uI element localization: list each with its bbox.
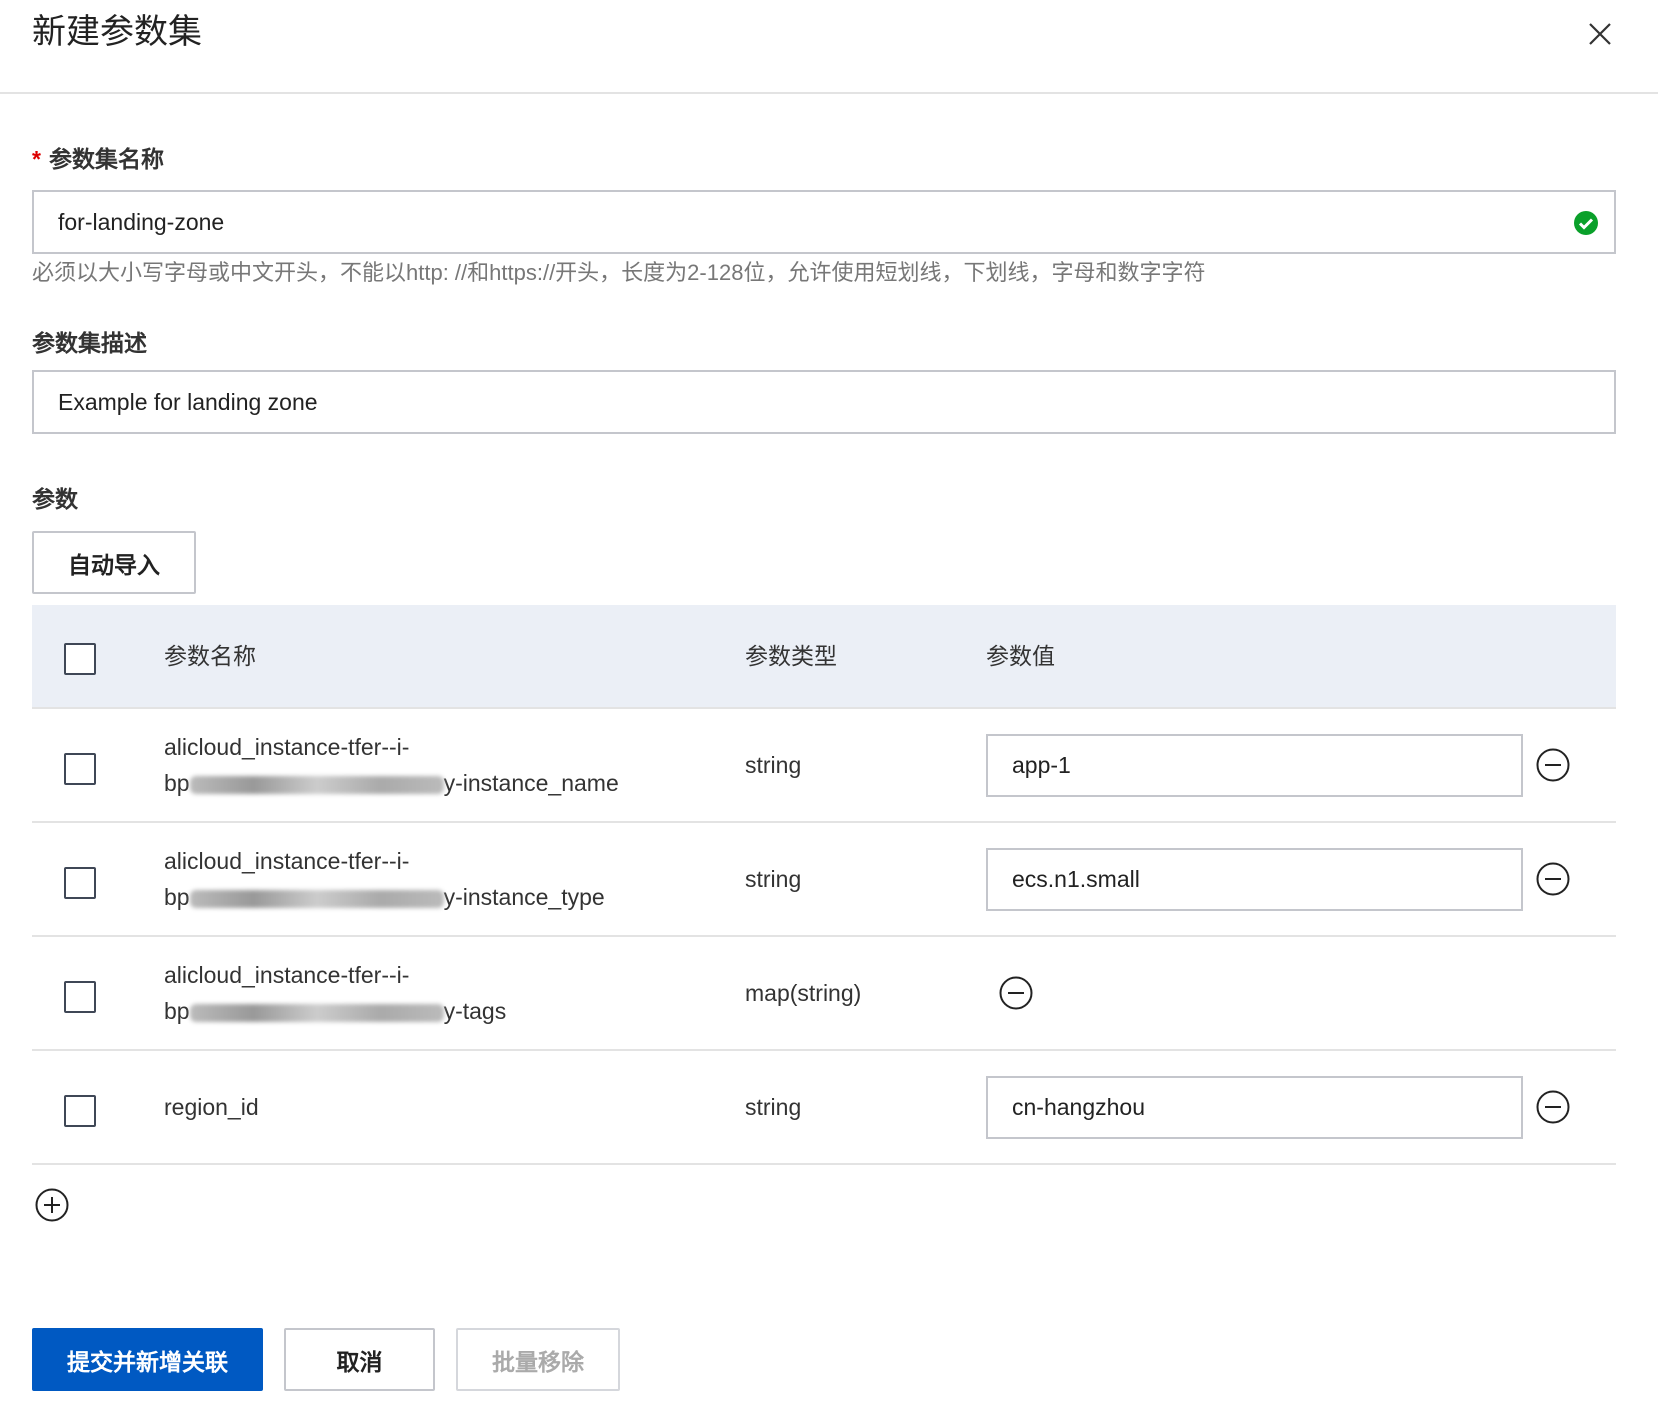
redacted-text (189, 775, 444, 794)
param-name: alicloud_instance-tfer--i-bp y-tags (164, 957, 506, 1029)
param-value: cn-hangzhou (1012, 1094, 1145, 1120)
param-value-input[interactable]: app-1 (986, 734, 1523, 797)
table-row: region_id string cn-hangzhou (32, 1051, 1616, 1165)
param-name-suffix: y-instance_type (443, 884, 605, 910)
param-name-prefix: bp (164, 884, 190, 910)
param-name-prefix: bp (164, 770, 190, 796)
remove-circle-icon[interactable] (999, 976, 1033, 1010)
name-hint: 必须以大小写字母或中文开头，不能以http: //和https://开头，长度为… (32, 260, 1206, 285)
param-name: region_id (164, 1094, 259, 1120)
auto-import-button[interactable]: 自动导入 (32, 531, 196, 594)
param-type: string (745, 866, 802, 892)
desc-input-value: Example for landing zone (58, 388, 318, 415)
batch-remove-button[interactable]: 批量移除 (456, 1328, 620, 1391)
param-name-line: alicloud_instance-tfer--i- (164, 962, 410, 988)
close-icon[interactable] (1584, 18, 1616, 50)
redacted-text (189, 889, 444, 908)
header-value: 参数值 (986, 643, 1055, 669)
params-label: 参数 (32, 486, 78, 512)
param-type: string (745, 1094, 802, 1120)
row-checkbox[interactable] (64, 753, 96, 785)
check-circle-icon (1574, 211, 1598, 235)
param-value-input[interactable]: ecs.n1.small (986, 848, 1523, 911)
param-value: app-1 (1012, 752, 1071, 778)
header-name: 参数名称 (164, 643, 256, 669)
param-value-input[interactable]: cn-hangzhou (986, 1076, 1523, 1139)
remove-circle-icon[interactable] (1536, 862, 1570, 896)
cancel-button[interactable]: 取消 (284, 1328, 435, 1391)
add-circle-icon[interactable] (35, 1188, 69, 1222)
param-name-line: alicloud_instance-tfer--i- (164, 734, 410, 760)
param-name-suffix: y-instance_name (443, 770, 619, 796)
name-input-value: for-landing-zone (58, 208, 225, 235)
row-checkbox[interactable] (64, 867, 96, 899)
name-label: * 参数集名称 (32, 144, 164, 174)
header-divider (0, 92, 1658, 94)
param-name: alicloud_instance-tfer--i-bp y-instance_t… (164, 843, 605, 915)
row-checkbox[interactable] (64, 981, 96, 1013)
dialog-title: 新建参数集 (32, 13, 202, 51)
submit-button[interactable]: 提交并新增关联 (32, 1328, 263, 1391)
row-checkbox[interactable] (64, 1095, 96, 1127)
desc-label: 参数集描述 (32, 330, 147, 356)
table-row: alicloud_instance-tfer--i-bp y-instance_n… (32, 709, 1616, 823)
desc-input[interactable]: Example for landing zone (32, 370, 1616, 434)
param-type: map(string) (745, 980, 862, 1006)
select-all-checkbox[interactable] (64, 643, 96, 675)
param-name-prefix: bp (164, 998, 190, 1024)
param-name-suffix: y-tags (443, 998, 507, 1024)
param-name-line: alicloud_instance-tfer--i- (164, 848, 410, 874)
required-mark: * (32, 146, 41, 172)
param-value: ecs.n1.small (1012, 866, 1140, 892)
name-label-text: 参数集名称 (48, 146, 164, 172)
remove-circle-icon[interactable] (1536, 1090, 1570, 1124)
redacted-text (189, 1003, 444, 1022)
table-row: alicloud_instance-tfer--i-bp y-instance_t… (32, 823, 1616, 937)
header-type: 参数类型 (745, 643, 837, 669)
param-name: alicloud_instance-tfer--i-bp y-instance_n… (164, 729, 619, 801)
remove-circle-icon[interactable] (1536, 748, 1570, 782)
param-type: string (745, 752, 802, 778)
name-input[interactable]: for-landing-zone (32, 190, 1616, 254)
table-row: alicloud_instance-tfer--i-bp y-tags map(s… (32, 937, 1616, 1051)
table-header: 参数名称 参数类型 参数值 (32, 605, 1616, 709)
